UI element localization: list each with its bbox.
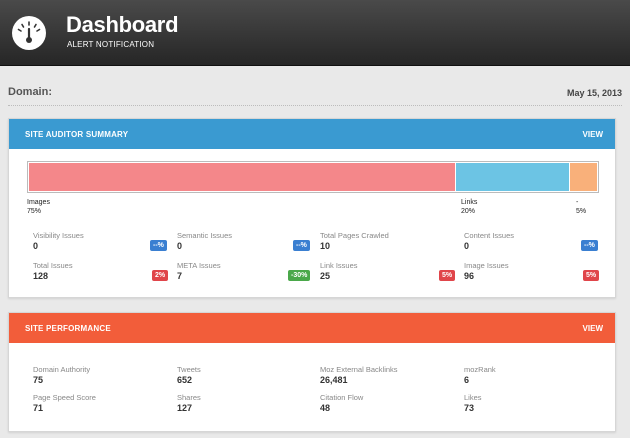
metric-visibility-issues: Visibility Issues 0 <box>33 231 84 251</box>
metric-mozrank: mozRank 6 <box>464 365 496 385</box>
breakdown-label-links: Links 20% <box>461 199 478 215</box>
metric-content-issues: Content Issues 0 <box>464 231 515 251</box>
metric-page-speed-score: Page Speed Score 71 <box>33 393 96 413</box>
metric-link-issues: Link Issues 25 <box>320 261 358 281</box>
page-subtitle: ALERT NOTIFICATION <box>67 40 155 49</box>
site-performance-view-link[interactable]: VIEW <box>583 324 603 333</box>
page-title: Dashboard <box>66 12 179 37</box>
breakdown-label-images: Images 75% <box>27 199 50 215</box>
site-performance-title: SITE PERFORMANCE <box>25 324 111 333</box>
metric-likes: Likes 73 <box>464 393 482 413</box>
report-date: May 15, 2013 <box>566 88 622 98</box>
app-header: Dashboard ALERT NOTIFICATION <box>0 0 630 66</box>
badge-visibility-issues: --% <box>150 240 167 251</box>
breakdown-segment-1 <box>455 163 569 191</box>
domain-label: Domain: <box>8 86 52 98</box>
site-auditor-card: SITE AUDITOR SUMMARY VIEW Images 75% Lin… <box>8 118 616 298</box>
metric-total-pages-crawled: Total Pages Crawled 10 <box>320 231 389 251</box>
site-auditor-header: SITE AUDITOR SUMMARY VIEW <box>9 119 615 149</box>
badge-content-issues: --% <box>581 240 598 251</box>
gauge-icon <box>12 16 46 50</box>
badge-meta-issues: -30% <box>288 270 311 281</box>
badge-image-issues: 5% <box>583 270 600 281</box>
domain-row: Domain: May 15, 2013 <box>8 86 622 106</box>
site-auditor-title: SITE AUDITOR SUMMARY <box>25 130 129 139</box>
metric-image-issues: Image Issues 96 <box>464 261 509 281</box>
metric-moz-external-backlinks: Moz External Backlinks 26,481 <box>320 365 398 385</box>
metric-meta-issues: META Issues 7 <box>177 261 221 281</box>
metric-total-issues: Total Issues 128 <box>33 261 73 281</box>
metric-domain-authority: Domain Authority 75 <box>33 365 91 385</box>
badge-link-issues: 5% <box>439 270 456 281</box>
site-performance-header: SITE PERFORMANCE VIEW <box>9 313 615 343</box>
badge-semantic-issues: --% <box>293 240 310 251</box>
badge-total-issues: 2% <box>152 270 169 281</box>
metric-citation-flow: Citation Flow 48 <box>320 393 364 413</box>
site-performance-card: SITE PERFORMANCE VIEW Domain Authority 7… <box>8 312 616 432</box>
breakdown-label-other: - 5% <box>576 199 587 215</box>
issue-breakdown-bar <box>27 161 599 193</box>
site-auditor-view-link[interactable]: VIEW <box>583 130 603 139</box>
metric-semantic-issues: Semantic Issues 0 <box>177 231 233 251</box>
breakdown-segment-0 <box>29 163 455 191</box>
metric-tweets: Tweets 652 <box>177 365 201 385</box>
metric-shares: Shares 127 <box>177 393 201 413</box>
breakdown-segment-2 <box>568 163 597 191</box>
